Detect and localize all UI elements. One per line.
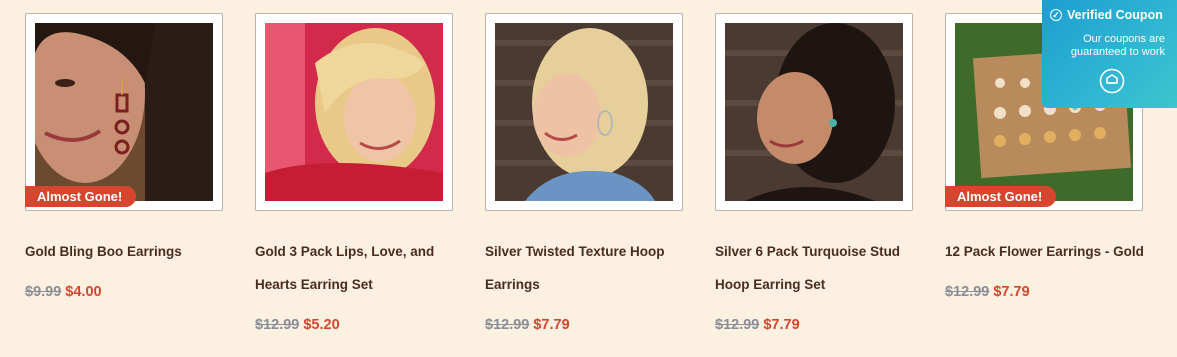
product-price: $12.99 $7.79 [485, 317, 570, 333]
coupon-subtitle: Our coupons are guaranteed to work [1070, 33, 1165, 58]
product-image-frame[interactable] [715, 13, 913, 211]
product-image[interactable] [35, 23, 213, 201]
product-title[interactable]: Gold Bling Boo Earrings [25, 235, 235, 268]
product-title-line[interactable]: Hearts Earring Set [255, 268, 465, 301]
product-title[interactable]: 12 Pack Flower Earrings - Gold [945, 235, 1155, 268]
product-title-line[interactable]: Gold 3 Pack Lips, Love, and [255, 235, 465, 268]
product-card[interactable] [255, 13, 453, 211]
original-price: $12.99 [715, 317, 760, 333]
product-card[interactable] [715, 13, 913, 211]
product-title[interactable]: Gold 3 Pack Lips, Love, and Hearts Earri… [255, 235, 465, 301]
sale-price: $7.79 [993, 284, 1030, 300]
product-image[interactable] [265, 23, 443, 201]
product-title-line[interactable]: Silver 6 Pack Turquoise Stud [715, 235, 925, 268]
coupon-title: Verified Coupon [1067, 8, 1163, 22]
product-title-line[interactable]: Earrings [485, 268, 695, 301]
original-price: $9.99 [25, 284, 62, 300]
product-price: $9.99 $4.00 [25, 284, 102, 300]
sale-price: $5.20 [303, 317, 340, 333]
product-image-frame[interactable]: Almost Gone! [25, 13, 223, 211]
product-title-line[interactable]: 12 Pack Flower Earrings - Gold [945, 235, 1155, 268]
verified-coupon-panel[interactable]: ✓ Verified Coupon Our coupons are guaran… [1042, 0, 1177, 108]
product-image[interactable] [495, 23, 673, 201]
original-price: $12.99 [945, 284, 990, 300]
check-circle-icon: ✓ [1050, 9, 1062, 21]
almost-gone-badge: Almost Gone! [945, 186, 1057, 207]
original-price: $12.99 [485, 317, 530, 333]
product-image-frame[interactable] [485, 13, 683, 211]
coupon-header: ✓ Verified Coupon [1050, 8, 1163, 22]
product-title[interactable]: Silver 6 Pack Turquoise Stud Hoop Earrin… [715, 235, 925, 301]
product-image[interactable] [725, 23, 903, 201]
product-image-frame[interactable] [255, 13, 453, 211]
product-title-line[interactable]: Hoop Earring Set [715, 268, 925, 301]
product-title[interactable]: Silver Twisted Texture Hoop Earrings [485, 235, 695, 301]
coupon-tag-icon[interactable] [1099, 68, 1125, 99]
product-title-line[interactable]: Silver Twisted Texture Hoop [485, 235, 695, 268]
product-price: $12.99 $5.20 [255, 317, 340, 333]
sale-price: $4.00 [65, 284, 102, 300]
product-price: $12.99 $7.79 [945, 284, 1030, 300]
sale-price: $7.79 [763, 317, 800, 333]
original-price: $12.99 [255, 317, 300, 333]
product-card[interactable] [485, 13, 683, 211]
product-price: $12.99 $7.79 [715, 317, 800, 333]
product-card[interactable]: Almost Gone! [25, 13, 223, 211]
almost-gone-badge: Almost Gone! [25, 186, 137, 207]
product-title-line[interactable]: Gold Bling Boo Earrings [25, 235, 235, 268]
sale-price: $7.79 [533, 317, 570, 333]
